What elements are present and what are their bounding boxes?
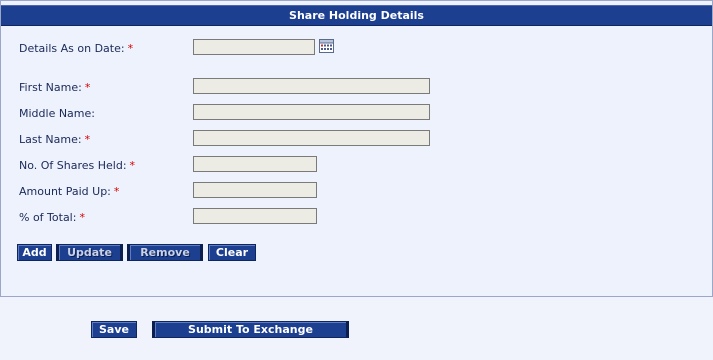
percent-total-label-text: % of Total: xyxy=(19,211,77,224)
last-name-field[interactable] xyxy=(193,130,430,146)
percent-total-field[interactable] xyxy=(193,208,317,224)
required-mark: * xyxy=(84,81,91,94)
shares-held-label: No. Of Shares Held: * xyxy=(19,159,135,172)
first-name-label-text: First Name: xyxy=(19,81,82,94)
amount-paid-label-text: Amount Paid Up: xyxy=(19,185,111,198)
details-date-label-text: Details As on Date: xyxy=(19,42,125,55)
share-holding-panel: Share Holding Details Details As on Date… xyxy=(0,0,713,297)
add-button[interactable]: Add xyxy=(17,244,52,261)
first-name-label: First Name: * xyxy=(19,81,90,94)
required-mark: * xyxy=(127,42,134,55)
details-date-label: Details As on Date: * xyxy=(19,42,133,55)
percent-total-label: % of Total: * xyxy=(19,211,85,224)
calendar-icon[interactable] xyxy=(319,39,334,53)
submit-to-exchange-button[interactable]: Submit To Exchange xyxy=(152,321,349,338)
save-button[interactable]: Save xyxy=(91,321,137,338)
clear-button[interactable]: Clear xyxy=(208,244,256,261)
required-mark: * xyxy=(129,159,136,172)
shares-held-label-text: No. Of Shares Held: xyxy=(19,159,127,172)
last-name-label: Last Name: * xyxy=(19,133,90,146)
panel-title: Share Holding Details xyxy=(1,5,712,26)
remove-button[interactable]: Remove xyxy=(127,244,203,261)
middle-name-label: Middle Name: xyxy=(19,107,95,120)
middle-name-label-text: Middle Name: xyxy=(19,107,95,120)
shares-held-field[interactable] xyxy=(193,156,317,172)
amount-paid-field[interactable] xyxy=(193,182,317,198)
first-name-field[interactable] xyxy=(193,78,430,94)
required-mark: * xyxy=(79,211,85,224)
required-mark: * xyxy=(113,185,120,198)
update-button[interactable]: Update xyxy=(56,244,123,261)
amount-paid-label: Amount Paid Up: * xyxy=(19,185,119,198)
required-mark: * xyxy=(84,133,91,146)
details-date-field[interactable] xyxy=(193,39,315,55)
middle-name-field[interactable] xyxy=(193,104,430,120)
last-name-label-text: Last Name: xyxy=(19,133,82,146)
